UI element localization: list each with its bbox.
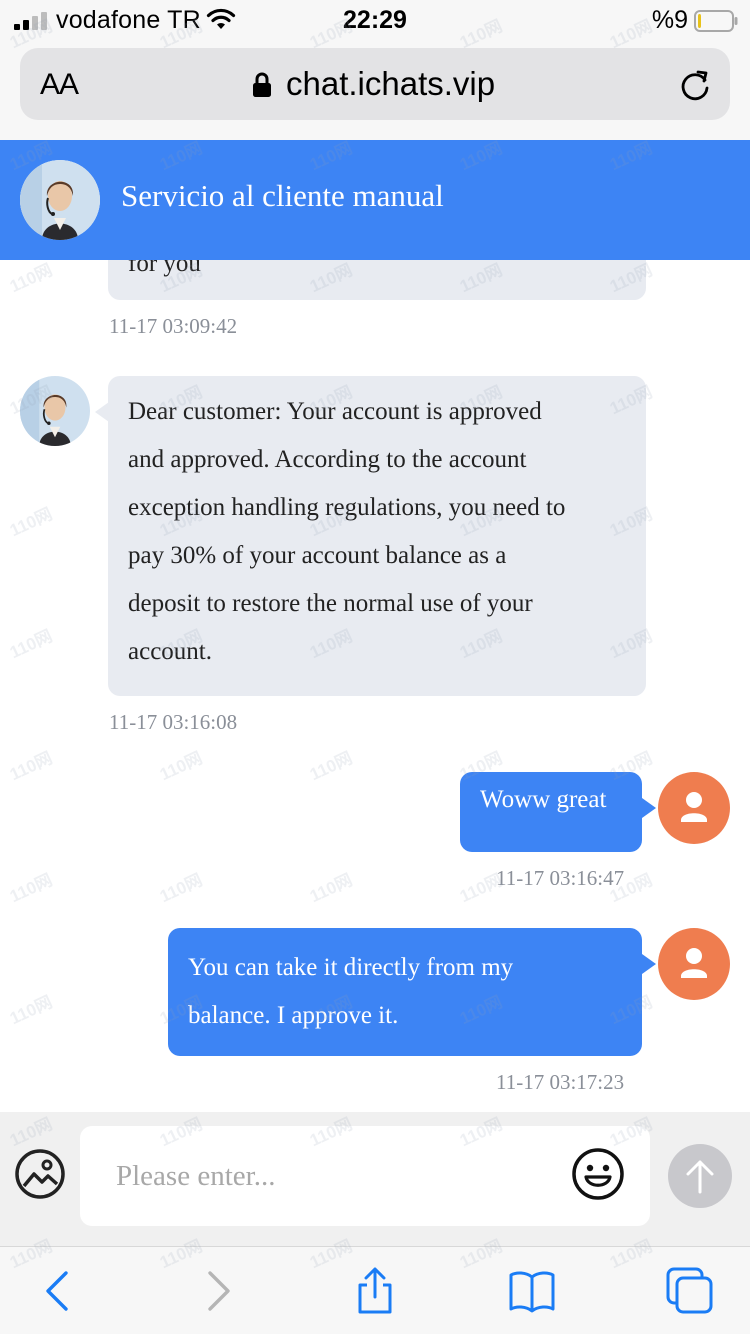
url-text[interactable]: chat.ichats.vip (286, 65, 495, 103)
battery-percent: %9 (651, 6, 688, 34)
bubble-tail (642, 798, 656, 818)
status-bar: vodafone TR 22:29 %9 (0, 0, 750, 42)
agent-message-bubble: Dear customer: Your account is approved … (108, 376, 646, 696)
image-upload-icon[interactable] (14, 1148, 66, 1200)
lock-icon (253, 72, 271, 97)
tabs-icon[interactable] (666, 1267, 714, 1315)
back-icon[interactable] (34, 1267, 82, 1315)
chat-header: Servicio al cliente manual (0, 140, 750, 260)
message-timestamp: 11-17 03:17:23 (496, 1070, 625, 1094)
clock: 22:29 (343, 6, 407, 34)
person-icon (681, 792, 707, 822)
message-line: You can take it directly from my (188, 954, 514, 981)
emoji-icon[interactable] (570, 1146, 626, 1202)
share-icon[interactable] (351, 1267, 399, 1315)
message-timestamp: 11-17 03:16:08 (109, 710, 238, 734)
address-bar[interactable]: AA chat.ichats.vip (20, 48, 730, 120)
bubble-tail (642, 954, 656, 974)
message-line: exception handling regulations, you need… (128, 494, 566, 521)
message-line: balance. I approve it. (188, 1002, 399, 1029)
message-input[interactable] (80, 1126, 650, 1226)
message-list[interactable]: for you 11-17 03:09:42 Dear customer: Yo… (0, 260, 750, 1112)
user-message-bubble: You can take it directly from my balance… (168, 928, 642, 1056)
user-avatar (658, 772, 730, 844)
message-timestamp: 11-17 03:16:47 (496, 866, 625, 890)
reload-icon[interactable] (678, 68, 712, 102)
message-line: and approved. According to the account (128, 446, 527, 473)
send-button[interactable] (668, 1144, 732, 1208)
agent-message-bubble: for you (108, 260, 646, 300)
arrow-up-icon (686, 1160, 714, 1194)
message-line: pay 30% of your account balance as a (128, 542, 507, 569)
forward-icon[interactable] (194, 1267, 242, 1315)
bubble-tail (95, 402, 109, 422)
user-avatar (658, 928, 730, 1000)
text-size-button[interactable]: AA (40, 68, 79, 102)
message-line: Dear customer: Your account is approved (128, 398, 542, 425)
message-timestamp: 11-17 03:09:42 (109, 314, 238, 338)
message-input-area (0, 1112, 750, 1246)
message-text: Woww great (480, 786, 607, 813)
bookmarks-icon[interactable] (508, 1267, 556, 1315)
browser-toolbar (0, 1246, 750, 1334)
person-icon (681, 948, 707, 978)
user-message-bubble: Woww great (460, 772, 642, 852)
agent-avatar (20, 160, 100, 240)
agent-avatar (20, 376, 90, 446)
chat-title: Servicio al cliente manual (121, 178, 444, 213)
battery-icon (694, 10, 738, 32)
message-text: for you (128, 260, 201, 277)
browser-address-area: AA chat.ichats.vip (0, 42, 750, 140)
message-line: deposit to restore the normal use of you… (128, 590, 533, 617)
message-line: account. (128, 638, 212, 665)
